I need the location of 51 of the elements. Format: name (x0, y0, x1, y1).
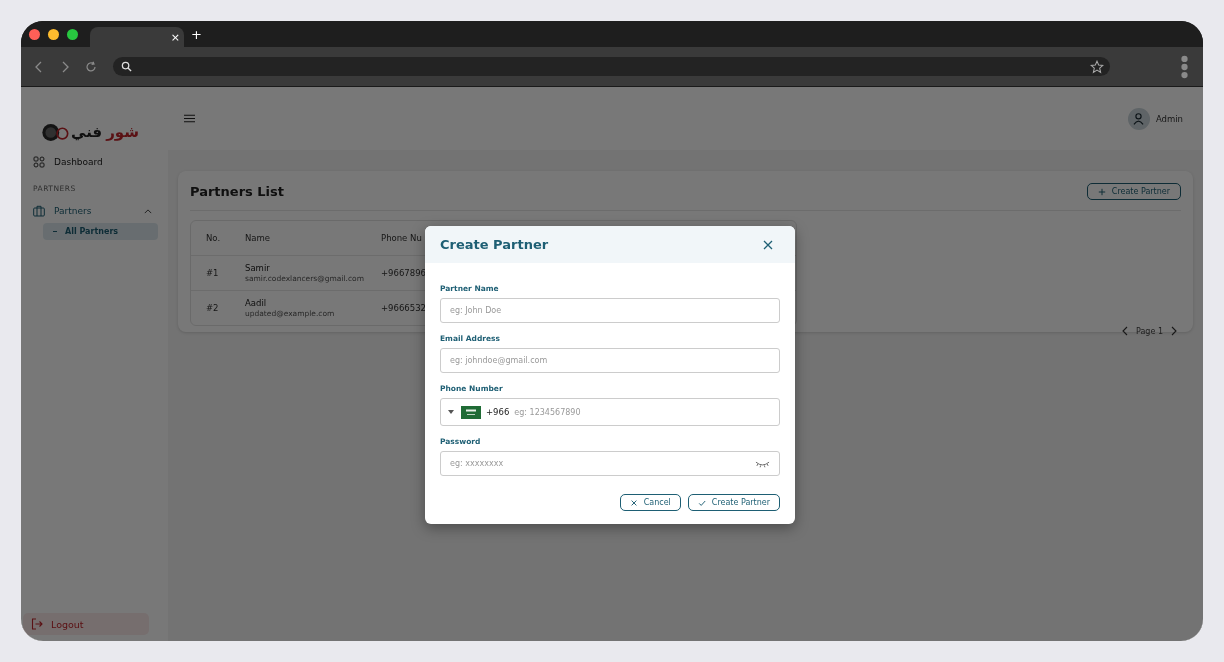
password-input[interactable]: eg: xxxxxxxx (450, 459, 755, 468)
create-partner-button[interactable]: Create Partner (687, 494, 780, 511)
phone-field[interactable]: +966 eg: 1234567890 (440, 398, 780, 426)
partner-name: Samir (245, 263, 271, 273)
dialog-title: Create Partner (440, 237, 549, 252)
next-page-icon[interactable] (1171, 326, 1177, 336)
page-title: Partners List (190, 184, 284, 199)
logo-word: فني (71, 125, 103, 140)
logout-icon (31, 618, 43, 630)
input-field[interactable]: eg: John Doe (440, 298, 780, 323)
flag-icon (461, 405, 481, 419)
table-cell-text: #1 (205, 268, 220, 278)
tab-close-button[interactable]: × (170, 31, 180, 43)
reload-icon[interactable] (85, 60, 97, 73)
close-window-icon[interactable] (29, 28, 40, 40)
close-icon[interactable] (763, 239, 773, 250)
plus-icon (1097, 187, 1106, 196)
chevron-icon (144, 208, 152, 214)
cancel-button[interactable]: Cancel (619, 494, 681, 511)
caret-icon[interactable] (448, 410, 454, 414)
grid-icon (33, 156, 45, 168)
bookmark-star-icon[interactable] (1090, 59, 1104, 74)
column-header: Name (245, 233, 272, 243)
search-icon (121, 61, 132, 72)
minimize-window-icon[interactable] (48, 28, 59, 40)
previous-page-icon[interactable] (1122, 326, 1128, 336)
input-field[interactable]: eg: johndoe@gmail.com (440, 348, 780, 373)
browser-tab[interactable]: × (90, 27, 184, 47)
briefcase-icon (33, 205, 45, 217)
logo-word: شور (106, 125, 139, 140)
table-cell-text: #2 (205, 303, 220, 313)
dial-code: +966 (486, 407, 510, 417)
maximize-window-icon[interactable] (67, 28, 78, 40)
column-header: Phone Nu (381, 233, 422, 243)
new-tab-button[interactable]: + (191, 27, 202, 41)
sidebar-item[interactable]: Dashboard (31, 152, 158, 172)
user-name[interactable]: Admin (1155, 113, 1183, 124)
avatar-icon[interactable] (1127, 107, 1150, 130)
page-indicator: Page 1 (1136, 326, 1163, 336)
menu-icon[interactable] (184, 114, 195, 123)
logo-icon (41, 123, 69, 142)
close-icon (629, 498, 638, 507)
closed-eye-icon[interactable] (755, 459, 770, 468)
table-cell: +9666532 (381, 303, 426, 313)
check-icon (697, 498, 706, 507)
table-cell: +9667896 (381, 268, 426, 278)
password-field[interactable]: eg: xxxxxxxx (440, 451, 780, 476)
menu-icon[interactable] (1180, 54, 1189, 79)
partner-name: Aadil (245, 298, 268, 308)
phone-input[interactable]: eg: 1234567890 (514, 407, 770, 417)
column-header: No. (205, 233, 222, 243)
